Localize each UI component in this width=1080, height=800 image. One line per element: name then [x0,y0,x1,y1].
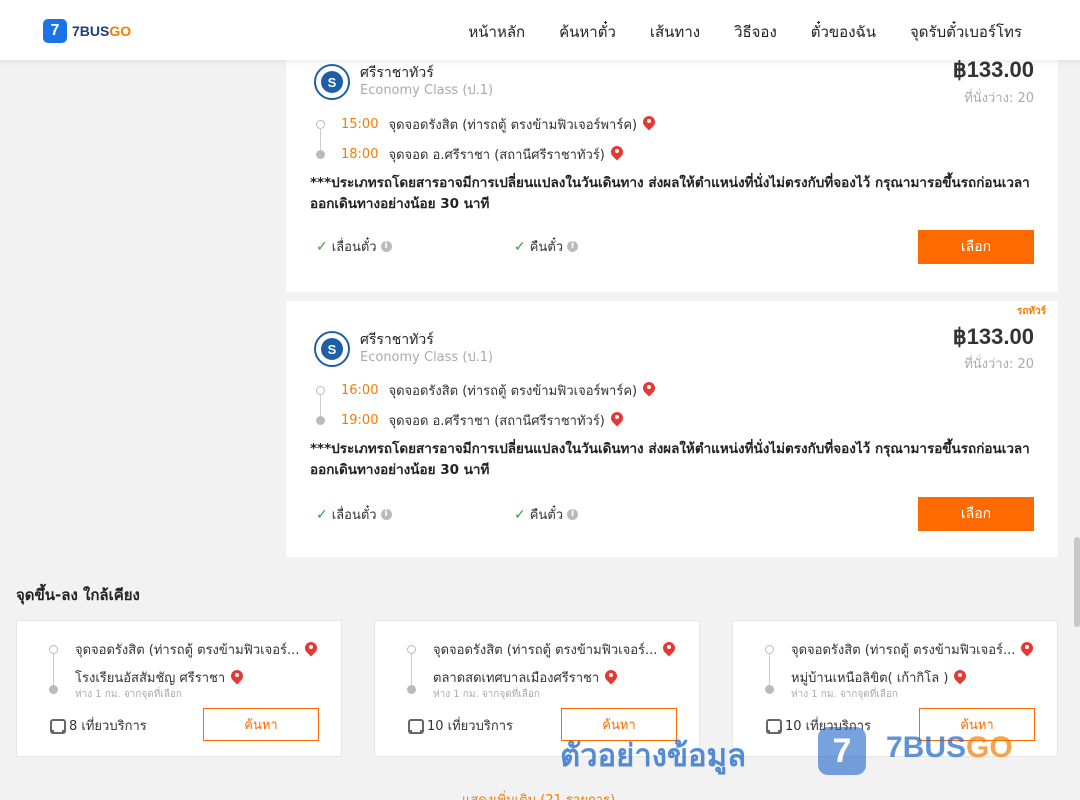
nearby-distance: ห่าง 1 กม. จากจุดที่เลือก [75,689,182,700]
arrival-dot [316,149,325,159]
operator-name: ศรีราชาทัวร์ [360,65,434,81]
trip-card: S ศรีราชาทัวร์ Economy Class (ป.1) ฿133.… [286,44,1058,292]
operator-logo: S [314,64,350,100]
nav-routes[interactable]: เส้นทาง [650,20,700,44]
logo-text: 7BUSGO [72,23,132,39]
destination-dot [407,685,416,694]
operator-logo: S [314,331,350,367]
nearby-distance: ห่าง 1 กม. จากจุดที่เลือก [791,689,898,700]
reschedule-feature: ✓ เลื่อนตั๋ว i [316,236,392,257]
map-pin-icon[interactable] [611,412,623,428]
arrival-time: 19:00 [341,412,379,428]
departure-place: จุดจอดรังสิต (ท่ารถตู้ ตรงข้ามฟิวเจอร์พา… [388,383,638,399]
map-pin-icon[interactable] [954,670,966,686]
select-trip-button[interactable]: เลือก [918,230,1034,264]
seats-available: ที่นั่งว่าง: 20 [964,91,1034,106]
nav-search-ticket[interactable]: ค้นหาตั๋ว [559,20,616,44]
seats-available: ที่นั่งว่าง: 20 [964,357,1034,372]
nearby-trip-count: 10 เที่ยวบริการ [407,715,513,736]
refund-feature: ✓ คืนตั๋ว i [514,236,579,257]
nearby-destination: โรงเรียนอัสสัมชัญ ศรีราชา [75,667,243,688]
trip-notice: ***ประเภทรถโดยสารอาจมีการเปลี่ยนแปลงในวั… [310,441,1030,478]
nav-home[interactable]: หน้าหลัก [468,20,525,44]
map-pin-icon[interactable] [643,116,655,132]
nearby-trip-count: 8 เที่ยวบริการ [49,715,147,736]
map-pin-icon[interactable] [605,670,617,686]
route-timeline: 16:00 จุดจอดรังสิต (ท่ารถตู้ ตรงข้ามฟิวเ… [316,375,655,435]
operator-info: S ศรีราชาทัวร์ Economy Class (ป.1) [314,331,493,367]
departure-time: 16:00 [341,382,379,398]
arrival-place: จุดจอด อ.ศรีราชา (สถานีศรีราชาทัวร์) [388,147,605,163]
trip-card: รถทัวร์ S ศรีราชาทัวร์ Economy Class (ป.… [286,301,1058,557]
origin-dot [407,645,416,654]
map-pin-icon[interactable] [611,146,623,162]
departure-place: จุดจอดรังสิต (ท่ารถตู้ ตรงข้ามฟิวเจอร์พา… [388,117,638,133]
top-header: 7 7BUSGO หน้าหลัก ค้นหาตั๋ว เส้นทาง วิธี… [0,0,1080,60]
origin-dot [765,645,774,654]
watermark-logo: 7 [818,727,866,775]
destination-dot [49,685,58,694]
nearby-distance: ห่าง 1 กม. จากจุดที่เลือก [433,689,540,700]
main-nav: หน้าหลัก ค้นหาตั๋ว เส้นทาง วิธีจอง ตั๋วข… [468,20,1022,44]
watermark-text: ตัวอย่างข้อมูล [560,738,747,774]
departure-row: 16:00 จุดจอดรังสิต (ท่ารถตู้ ตรงข้ามฟิวเ… [316,375,655,405]
arrival-row: 19:00 จุดจอด อ.ศรีราชา (สถานีศรีราชาทัวร… [316,405,655,435]
arrival-time: 18:00 [341,146,379,162]
show-more-link[interactable]: แสดงเพิ่มเติม (21 รายการ) [462,789,615,800]
check-icon: ✓ [514,506,526,523]
map-pin-icon[interactable] [663,642,675,658]
map-pin-icon[interactable] [1021,642,1033,658]
origin-dot [49,645,58,654]
info-icon[interactable]: i [380,509,392,520]
bus-icon [407,718,424,734]
route-timeline: 15:00 จุดจอดรังสิต (ท่ารถตู้ ตรงข้ามฟิวเ… [316,109,655,169]
page-scrollbar[interactable] [1074,537,1080,627]
nearby-origin: จุดจอดรังสิต (ท่ารถตู้ ตรงข้ามฟิวเจอร์..… [75,639,317,660]
destination-dot [765,685,774,694]
nearby-section-title: จุดขึ้น-ลง ใกล้เคียง [16,586,140,604]
watermark-brand: 7BUSGO [886,731,1013,764]
bus-class: Economy Class (ป.1) [360,350,494,365]
nearby-destination: ตลาดสดเทศบาลเมืองศรีราชา [433,667,617,688]
map-pin-icon[interactable] [231,670,243,686]
arrival-place: จุดจอด อ.ศรีราชา (สถานีศรีราชาทัวร์) [388,413,605,429]
refund-feature: ✓ คืนตั๋ว i [514,504,579,525]
trip-price: ฿133.00 [952,324,1034,349]
arrival-row: 18:00 จุดจอด อ.ศรีราชา (สถานีศรีราชาทัวร… [316,139,655,169]
trip-notice: ***ประเภทรถโดยสารอาจมีการเปลี่ยนแปลงในวั… [310,175,1030,212]
nearby-search-button[interactable]: ค้นหา [203,708,319,741]
map-pin-icon[interactable] [643,382,655,398]
nearby-origin: จุดจอดรังสิต (ท่ารถตู้ ตรงข้ามฟิวเจอร์..… [433,639,675,660]
check-icon: ✓ [316,238,328,255]
check-icon: ✓ [514,238,526,255]
operator-name: ศรีราชาทัวร์ [360,332,434,348]
tour-badge: รถทัวร์ [1016,306,1046,317]
trip-price: ฿133.00 [952,57,1034,82]
departure-time: 15:00 [341,116,379,132]
nav-how-to-book[interactable]: วิธีจอง [734,20,777,44]
site-logo[interactable]: 7 7BUSGO [43,19,131,43]
arrival-dot [316,415,325,425]
bus-icon [49,718,66,734]
nearby-origin: จุดจอดรังสิต (ท่ารถตู้ ตรงข้ามฟิวเจอร์..… [791,639,1033,660]
nearby-card: จุดจอดรังสิต (ท่ารถตู้ ตรงข้ามฟิวเจอร์..… [16,620,342,757]
bus-icon [765,718,782,734]
bus-class: Economy Class (ป.1) [360,83,494,98]
info-icon[interactable]: i [380,241,392,252]
operator-info: S ศรีราชาทัวร์ Economy Class (ป.1) [314,64,493,100]
nav-ticket-pickup[interactable]: จุดรับตั๋วเบอร์โทร [910,20,1022,44]
reschedule-feature: ✓ เลื่อนตั๋ว i [316,504,392,525]
nav-my-tickets[interactable]: ตั๋วของฉัน [811,20,876,44]
info-icon[interactable]: i [567,509,579,520]
map-pin-icon[interactable] [305,642,317,658]
check-icon: ✓ [316,506,328,523]
info-icon[interactable]: i [567,241,579,252]
nearby-destination: หมู่บ้านเหนือลิขิต( เก้ากิโล ) [791,667,966,688]
select-trip-button[interactable]: เลือก [918,497,1034,531]
logo-badge: 7 [43,19,67,43]
departure-row: 15:00 จุดจอดรังสิต (ท่ารถตู้ ตรงข้ามฟิวเ… [316,109,655,139]
